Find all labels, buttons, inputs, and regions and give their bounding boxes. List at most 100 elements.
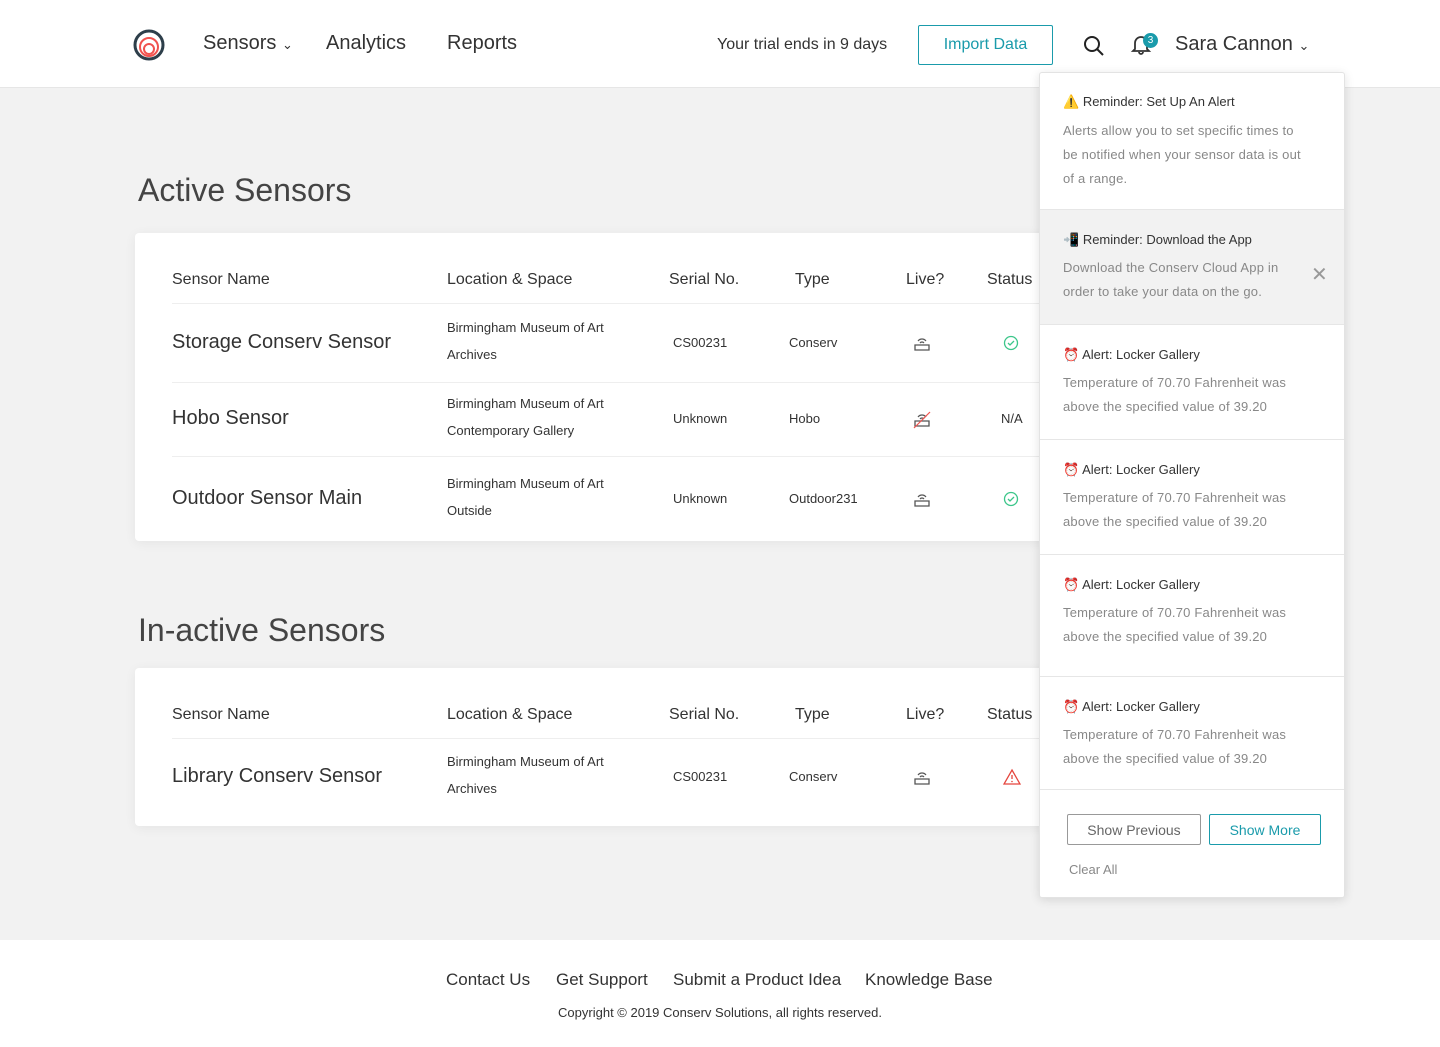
sensor-location: Birmingham Museum of Art Contemporary Gal… — [447, 390, 604, 444]
status-ok-icon — [1003, 335, 1019, 351]
nav-analytics[interactable]: Analytics — [326, 32, 406, 55]
location-space: Archives — [447, 781, 497, 796]
column-header[interactable]: Status — [987, 706, 1032, 724]
column-header[interactable]: Type — [795, 706, 830, 724]
notification-body: Temperature of 70.70 Fahrenheit was abov… — [1063, 605, 1287, 644]
chevron-down-icon: ⌄ — [1298, 38, 1310, 53]
show-previous-button[interactable]: Show Previous — [1067, 814, 1201, 845]
location-space: Contemporary Gallery — [447, 423, 575, 438]
column-header[interactable]: Location & Space — [447, 706, 572, 724]
show-more-button[interactable]: Show More — [1209, 814, 1321, 845]
location-building: Birmingham Museum of Art — [447, 754, 604, 769]
clear-all-link[interactable]: Clear All — [1069, 862, 1117, 877]
notifications-dropdown: ⚠️ Reminder: Set Up An Alert Alerts allo… — [1039, 72, 1345, 898]
router-offline-icon — [913, 411, 931, 429]
footer-contact-us[interactable]: Contact Us — [446, 970, 530, 990]
warning-icon — [1003, 768, 1021, 785]
notification-body: Alerts allow you to set specific times t… — [1063, 123, 1301, 186]
notification-title-text: Reminder: Set Up An Alert — [1082, 94, 1235, 109]
notification-item[interactable]: ⏰ Alert: Locker Gallery Temperature of 7… — [1040, 555, 1344, 677]
user-name: Sara Cannon — [1175, 33, 1293, 55]
notification-title: ⏰ Alert: Locker Gallery — [1063, 347, 1200, 363]
sensor-name[interactable]: Hobo Sensor — [172, 407, 289, 430]
user-menu[interactable]: Sara Cannon ⌄ — [1175, 33, 1309, 56]
notification-title-text: Reminder: Download the App — [1082, 232, 1252, 247]
location-space: Archives — [447, 347, 497, 362]
notification-item[interactable]: ⏰ Alert: Locker Gallery Temperature of 7… — [1040, 325, 1344, 440]
sensor-name[interactable]: Library Conserv Sensor — [172, 765, 382, 788]
notification-title-text: Alert: Locker Gallery — [1082, 577, 1200, 592]
footer-get-support[interactable]: Get Support — [556, 970, 648, 990]
column-header[interactable]: Serial No. — [669, 271, 739, 289]
sensor-type: Conserv — [789, 769, 838, 784]
footer-submit-idea[interactable]: Submit a Product Idea — [673, 970, 841, 990]
notification-item[interactable]: ⏰ Alert: Locker Gallery Temperature of 7… — [1040, 677, 1344, 790]
notification-body: Temperature of 70.70 Fahrenheit was abov… — [1063, 727, 1287, 766]
notification-icon: ⏰ — [1063, 347, 1080, 362]
notification-title: ⚠️ Reminder: Set Up An Alert — [1063, 94, 1235, 110]
notification-title: ⏰ Alert: Locker Gallery — [1063, 699, 1200, 715]
notification-title: 📲 Reminder: Download the App — [1063, 232, 1252, 248]
sensor-type: Hobo — [789, 411, 821, 426]
conserv-logo[interactable] — [133, 29, 165, 61]
footer-knowledge-base[interactable]: Knowledge Base — [865, 970, 993, 990]
notification-icon: ⚠️ — [1063, 94, 1080, 109]
serial-number: CS00231 — [673, 769, 728, 784]
column-header[interactable]: Sensor Name — [172, 271, 270, 289]
column-header[interactable]: Type — [795, 271, 830, 289]
notification-badge: 3 — [1143, 33, 1158, 48]
column-header[interactable]: Live? — [906, 271, 944, 289]
router-icon — [914, 338, 930, 351]
serial-number: Unknown — [673, 411, 728, 426]
notification-icon: 📲 — [1063, 232, 1080, 247]
trial-notice: Your trial ends in 9 days — [717, 36, 888, 53]
sensor-type: Outdoor231 — [789, 490, 858, 506]
copyright: Copyright © 2019 Conserv Solutions, all … — [558, 1005, 882, 1020]
notification-title: ⏰ Alert: Locker Gallery — [1063, 462, 1200, 478]
column-header[interactable]: Location & Space — [447, 271, 572, 289]
notification-title-text: Alert: Locker Gallery — [1082, 699, 1200, 714]
close-icon[interactable]: ✕ — [1311, 262, 1328, 287]
chevron-down-icon: ⌄ — [281, 37, 293, 52]
import-data-button[interactable]: Import Data — [918, 25, 1053, 65]
location-building: Birmingham Museum of Art — [447, 396, 604, 411]
nav-reports[interactable]: Reports — [447, 32, 517, 55]
notification-body: Temperature of 70.70 Fahrenheit was abov… — [1063, 490, 1287, 529]
sensor-type: Conserv — [789, 335, 838, 350]
notification-body: Temperature of 70.70 Fahrenheit was abov… — [1063, 375, 1287, 414]
search-icon[interactable] — [1083, 35, 1105, 57]
sensor-name[interactable]: Storage Conserv Sensor — [172, 331, 391, 354]
notification-item[interactable]: ⚠️ Reminder: Set Up An Alert Alerts allo… — [1040, 73, 1344, 210]
nav-sensors[interactable]: Sensors ⌄ — [203, 32, 293, 55]
notification-body: Download the Conserv Cloud App in order … — [1063, 260, 1279, 299]
location-building: Birmingham Museum of Art — [447, 475, 604, 491]
column-header[interactable]: Live? — [906, 706, 944, 724]
notification-icon: ⏰ — [1063, 462, 1080, 477]
column-header[interactable]: Sensor Name — [172, 706, 270, 724]
router-icon — [914, 772, 930, 785]
column-header[interactable]: Status — [987, 271, 1032, 289]
notification-title: ⏰ Alert: Locker Gallery — [1063, 577, 1200, 593]
notification-icon: ⏰ — [1063, 699, 1080, 714]
notification-title-text: Alert: Locker Gallery — [1082, 462, 1200, 477]
sensor-name[interactable]: Outdoor Sensor Main — [172, 487, 362, 510]
notification-icon: ⏰ — [1063, 577, 1080, 592]
active-sensors-title: Active Sensors — [138, 172, 352, 208]
status-text: N/A — [1001, 411, 1023, 426]
router-icon — [914, 493, 930, 507]
nav-sensors-label: Sensors — [203, 32, 277, 54]
sensor-location: Birmingham Museum of Art Outside — [447, 470, 604, 524]
sensor-location: Birmingham Museum of Art Archives — [447, 314, 604, 368]
column-header[interactable]: Serial No. — [669, 706, 739, 724]
status-ok-icon — [1003, 491, 1019, 506]
location-building: Birmingham Museum of Art — [447, 320, 604, 335]
notification-title-text: Alert: Locker Gallery — [1082, 347, 1200, 362]
serial-number: Unknown — [673, 490, 728, 506]
notification-item[interactable]: 📲 Reminder: Download the App Download th… — [1040, 210, 1344, 325]
location-space: Outside — [447, 502, 492, 518]
inactive-sensors-title: In-active Sensors — [138, 612, 386, 648]
notification-item[interactable]: ⏰ Alert: Locker Gallery Temperature of 7… — [1040, 440, 1344, 555]
serial-number: CS00231 — [673, 335, 728, 350]
sensor-location: Birmingham Museum of Art Archives — [447, 748, 604, 802]
footer: Contact Us Get Support Submit a Product … — [0, 940, 1440, 1047]
